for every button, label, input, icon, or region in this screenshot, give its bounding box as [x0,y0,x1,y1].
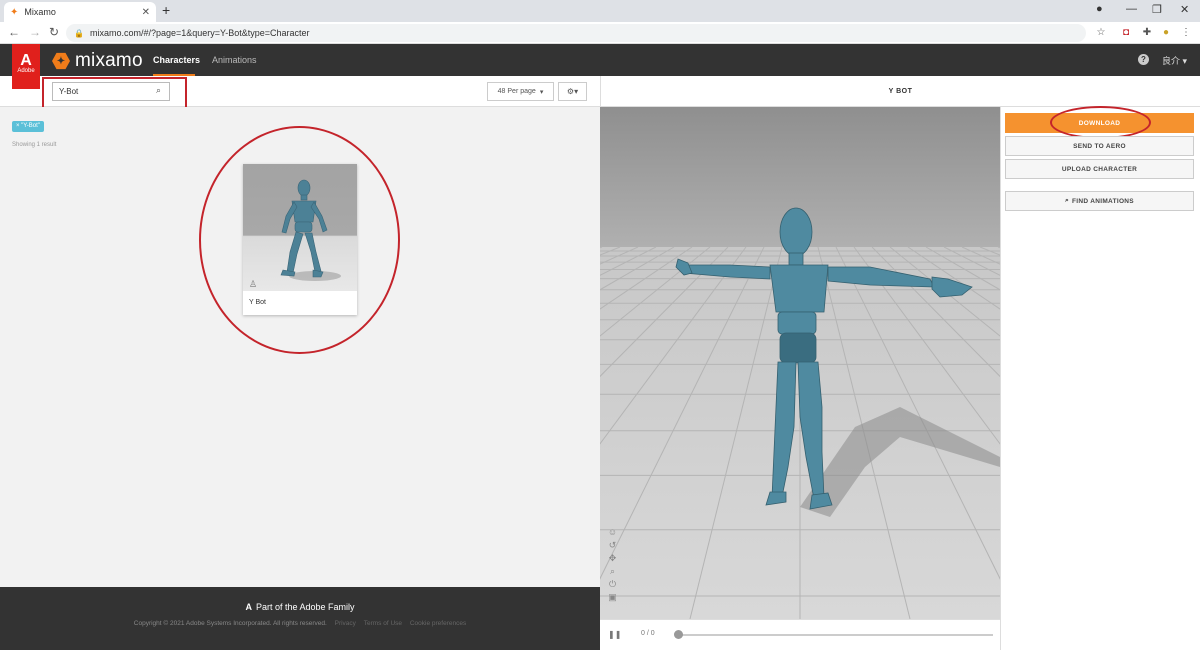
browser-tab[interactable]: ✦ Mixamo ✕ [4,2,156,22]
adobe-a-icon: A [245,602,252,612]
viewer-header: Y BOT [600,76,1200,107]
terms-link[interactable]: Terms of Use [364,620,402,627]
mixamo-favicon-icon: ✦ [10,6,19,18]
restore-icon[interactable]: ❐ [1152,3,1162,16]
mixamo-hex-icon: ✦ [52,52,70,70]
skeleton-toggle-icon[interactable]: ☺ [607,527,618,537]
rotate-icon[interactable]: ↺ [607,540,618,550]
download-highlight-annotation [1050,106,1151,139]
per-page-value: 48 Per page [497,88,536,95]
camera-icon[interactable]: ▣ [607,592,618,602]
extensions-puzzle-icon[interactable]: ✚ [1141,27,1153,39]
forward-icon[interactable]: → [29,25,41,39]
zoom-icon[interactable]: ⌕ [607,566,618,576]
3d-scene [600,107,1000,619]
3d-viewport[interactable] [600,107,1000,619]
adobe-logo[interactable]: A Adobe [12,44,40,89]
footer-links: Copyright © 2021 Adobe Systems Incorpora… [0,620,600,627]
adobe-family-text: A Part of the Adobe Family [0,602,600,612]
search-filter-chip[interactable]: × "Y-Bot" [12,121,44,132]
browser-menu-icon[interactable]: ⋮ [1180,27,1192,39]
viewport-tools: ☺ ↺ ✥ ⌕ ⏻ ▣ [607,527,618,602]
find-animations-label: FIND ANIMATIONS [1072,197,1134,205]
timeline-track[interactable] [676,634,993,636]
profile-dropdown-icon[interactable]: ● [1096,3,1103,15]
mixamo-logo[interactable]: ✦ mixamo [52,50,143,72]
mixamo-wordmark: mixamo [75,50,143,71]
search-highlight-annotation [42,77,187,111]
footer [0,587,600,650]
help-icon[interactable]: ? [1138,54,1149,65]
cookie-preferences-link[interactable]: Cookie preferences [410,620,466,627]
per-page-select[interactable]: 48 Per page ▾ [487,82,554,101]
tab-animations[interactable]: Animations [212,44,257,76]
url-field[interactable]: 🔒 mixamo.com/#/?page=1&query=Y-Bot&type=… [66,24,1086,42]
adobe-a-icon: A [20,52,32,69]
back-icon[interactable]: ← [8,25,20,39]
pause-icon[interactable]: ❚❚ [608,630,621,639]
user-menu[interactable]: 良介 ▾ [1162,54,1187,67]
browser-tab-bar [0,0,1200,22]
user-name: 良介 [1162,56,1181,66]
upload-character-button[interactable]: UPLOAD CHARACTER [1005,159,1194,179]
reset-view-icon[interactable]: ⏻ [607,579,618,589]
adobe-badge-label: Adobe [17,68,35,74]
tab-characters[interactable]: Characters [153,44,200,76]
timeline-scrubber-handle[interactable] [674,630,683,639]
send-to-aero-button[interactable]: SEND TO AERO [1005,136,1194,156]
privacy-link[interactable]: Privacy [335,620,356,627]
settings-dropdown[interactable]: ⚙ ▾ [558,82,587,101]
find-animations-button[interactable]: ⌕ FIND ANIMATIONS [1005,191,1194,211]
card-highlight-annotation [199,126,400,354]
adobe-family-label: Part of the Adobe Family [255,602,355,612]
url-text: mixamo.com/#/?page=1&query=Y-Bot&type=Ch… [89,28,310,38]
frame-counter: 0 / 0 [641,630,655,637]
copyright-text: Copyright © 2021 Adobe Systems Incorpora… [133,620,327,627]
profile-avatar-icon[interactable]: ● [1160,27,1172,39]
bookmark-star-icon[interactable]: ☆ [1095,27,1107,39]
search-icon: ⌕ [1065,197,1070,204]
close-window-icon[interactable]: ✕ [1180,3,1189,16]
pan-icon[interactable]: ✥ [607,553,618,563]
close-tab-icon[interactable]: ✕ [142,7,150,18]
new-tab-button[interactable]: + [162,2,170,18]
chevron-down-icon: ▾ [1182,56,1188,66]
extension-shield-icon[interactable]: ◘ [1120,27,1132,39]
lock-icon: 🔒 [74,28,84,38]
viewer-title: Y BOT [888,88,913,95]
reload-icon[interactable]: ↻ [49,25,59,39]
tab-title: Mixamo [24,7,56,17]
chevron-down-icon: ▾ [574,87,579,96]
actions-panel [1000,107,1200,650]
minimize-icon[interactable]: — [1126,3,1137,15]
chevron-down-icon: ▾ [539,88,544,96]
gear-icon: ⚙ [566,87,575,96]
result-count: Showing 1 result [12,142,57,148]
